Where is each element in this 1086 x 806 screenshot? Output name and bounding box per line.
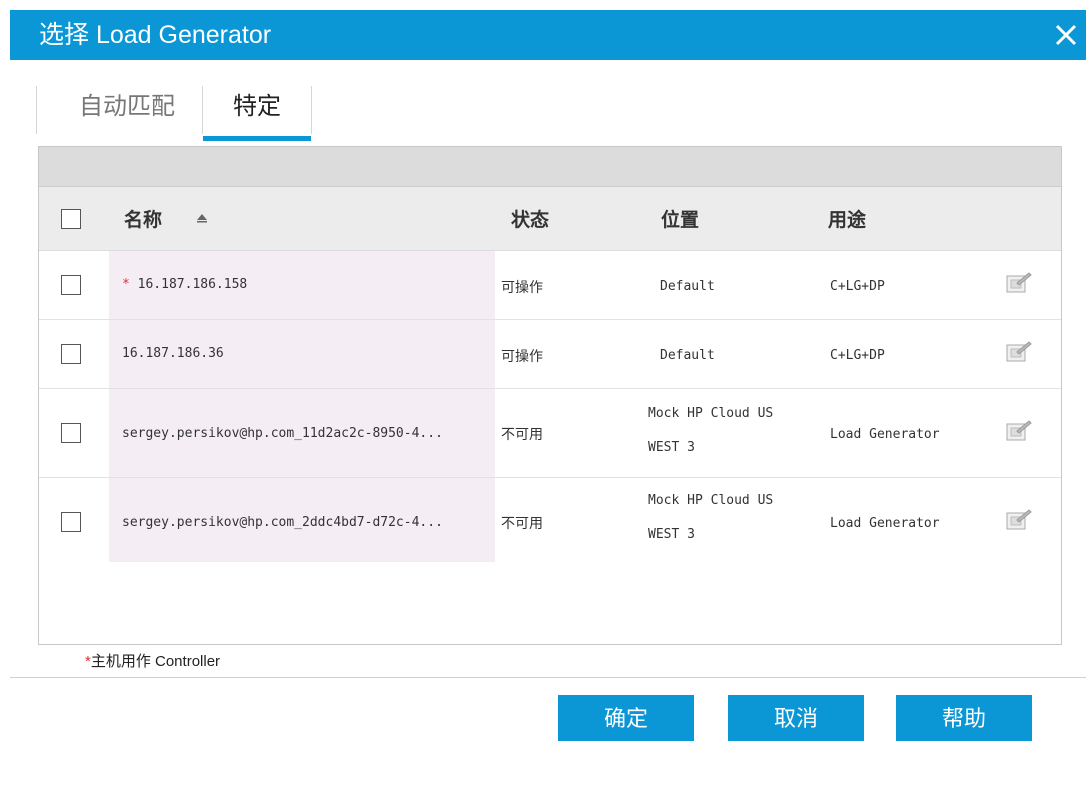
host-name: 16.187.186.36 (122, 346, 224, 361)
help-button[interactable]: 帮助 (896, 695, 1032, 741)
host-name-cell: * 16.187.186.158 (122, 277, 247, 292)
tab-divider (36, 86, 37, 134)
status-cell: 不可用 (501, 427, 543, 443)
table-row[interactable]: sergey.persikov@hp.com_11d2ac2c-8950-4..… (39, 389, 1061, 478)
table-row[interactable]: 16.187.186.36 可操作 Default C+LG+DP (39, 320, 1061, 389)
location-cell: Mock HP Cloud US WEST 3 (648, 484, 773, 552)
location-cell: Mock HP Cloud US WEST 3 (648, 397, 773, 465)
host-name: 16.187.186.158 (137, 277, 248, 292)
location-cell: Default (660, 348, 715, 363)
tab-specific[interactable]: 特定 (203, 78, 311, 136)
dialog-title: 选择 Load Generator (39, 21, 272, 49)
status-cell: 不可用 (501, 516, 543, 532)
row-checkbox[interactable] (61, 344, 81, 364)
location-line: WEST 3 (648, 440, 695, 455)
column-header-location[interactable]: 位置 (661, 205, 699, 232)
row-checkbox[interactable] (61, 512, 81, 532)
controller-star: * (122, 277, 130, 292)
table-row[interactable]: * 16.187.186.158 可操作 Default C+LG+DP (39, 251, 1061, 320)
location-line: Mock HP Cloud US (648, 406, 774, 421)
column-header-status[interactable]: 状态 (511, 205, 549, 232)
purpose-cell: C+LG+DP (830, 348, 885, 363)
location-cell: Default (660, 279, 715, 294)
ok-button[interactable]: 确定 (558, 695, 694, 741)
edit-icon[interactable] (1003, 340, 1033, 364)
edit-icon[interactable] (1003, 508, 1033, 532)
purpose-cell: C+LG+DP (830, 279, 885, 294)
purpose-cell: Load Generator (830, 427, 940, 442)
location-line: Mock HP Cloud US (648, 493, 774, 508)
edit-icon[interactable] (1003, 419, 1033, 443)
column-header-name[interactable]: 名称 (124, 205, 162, 232)
column-header-purpose[interactable]: 用途 (828, 205, 866, 232)
load-generator-table: 名称 状态 位置 用途 * 16.187.186.158 可操作 Default… (38, 146, 1062, 645)
edit-icon[interactable] (1003, 271, 1033, 295)
tab-divider (311, 86, 312, 134)
row-checkbox[interactable] (61, 423, 81, 443)
table-header: 名称 状态 位置 用途 (39, 187, 1061, 251)
footer-divider (10, 677, 1086, 678)
location-line: WEST 3 (648, 527, 695, 542)
status-cell: 可操作 (501, 349, 543, 365)
legend-text: 主机用作 Controller (90, 653, 221, 670)
dialog-titlebar: 选择 Load Generator (10, 10, 1086, 60)
cancel-button[interactable]: 取消 (728, 695, 864, 741)
tab-auto-match[interactable]: 自动匹配 (52, 78, 202, 136)
controller-legend: *主机用作 Controller (85, 650, 220, 671)
host-name: sergey.persikov@hp.com_11d2ac2c-8950-4..… (122, 426, 443, 441)
table-toolbar (39, 147, 1061, 187)
status-cell: 可操作 (501, 280, 543, 296)
host-name: sergey.persikov@hp.com_2ddc4bd7-d72c-4..… (122, 515, 443, 530)
row-checkbox[interactable] (61, 275, 81, 295)
active-tab-indicator (203, 136, 311, 141)
purpose-cell: Load Generator (830, 516, 940, 531)
table-row[interactable]: sergey.persikov@hp.com_2ddc4bd7-d72c-4..… (39, 478, 1061, 562)
select-all-checkbox[interactable] (61, 209, 81, 229)
close-icon[interactable] (1052, 21, 1080, 49)
sort-ascending-icon[interactable] (196, 213, 208, 223)
